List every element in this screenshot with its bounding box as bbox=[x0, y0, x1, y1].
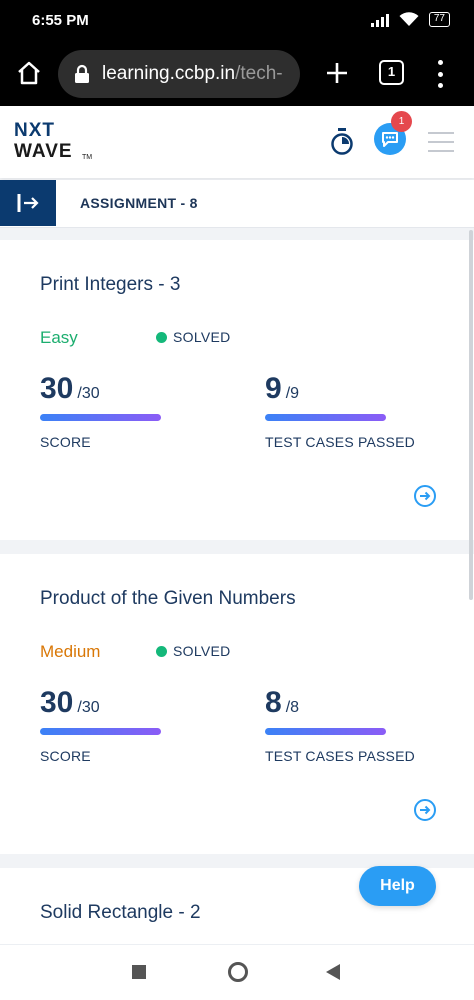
score-label: SCORE bbox=[40, 434, 91, 450]
assignment-bar: ASSIGNMENT - 8 bbox=[0, 180, 474, 228]
logo-top: NXT bbox=[14, 120, 55, 141]
arrow-right-circle-icon[interactable] bbox=[414, 799, 436, 821]
wifi-icon bbox=[399, 12, 419, 26]
test-cases-label: TEST CASES PASSED bbox=[265, 748, 415, 764]
nxtwave-logo[interactable]: NXT WAVE TM bbox=[14, 120, 104, 166]
sidebar-toggle-button[interactable] bbox=[0, 180, 56, 226]
status-bar: 6:55 PM 77 bbox=[0, 0, 474, 42]
status-icons: 77 bbox=[370, 12, 450, 27]
score-value: 30/30 bbox=[40, 686, 100, 719]
test-cases-value: 9/9 bbox=[265, 372, 300, 405]
more-vert-icon[interactable] bbox=[436, 60, 444, 88]
help-button[interactable]: Help bbox=[359, 866, 436, 906]
scrollbar[interactable] bbox=[469, 230, 473, 600]
recents-icon[interactable] bbox=[132, 965, 146, 979]
status-badge: SOLVED bbox=[156, 329, 231, 345]
sidebar-toggle-icon bbox=[17, 194, 39, 212]
test-cases-progress-bar bbox=[265, 414, 386, 421]
home-nav-icon[interactable] bbox=[228, 962, 248, 982]
score-value: 30/30 bbox=[40, 372, 100, 405]
battery-icon: 77 bbox=[428, 12, 450, 27]
score-label: SCORE bbox=[40, 748, 91, 764]
solved-dot-icon bbox=[156, 331, 167, 343]
status-text: SOLVED bbox=[173, 329, 231, 345]
question-card[interactable]: Print Integers - 3 Easy SOLVED 30/30 SCO… bbox=[0, 240, 474, 540]
lock-icon bbox=[75, 64, 89, 83]
arrow-right-circle-icon[interactable] bbox=[414, 485, 436, 507]
signal-icon bbox=[370, 13, 389, 27]
assignment-title: ASSIGNMENT - 8 bbox=[80, 195, 198, 211]
address-bar[interactable]: learning.ccbp.in/tech- bbox=[58, 50, 300, 98]
app-header: NXT WAVE TM 1 bbox=[0, 106, 474, 178]
question-title: Solid Rectangle - 2 bbox=[40, 902, 201, 923]
score-progress-bar bbox=[40, 414, 161, 421]
score-progress-bar bbox=[40, 728, 161, 735]
test-cases-value: 8/8 bbox=[265, 686, 300, 719]
plus-icon[interactable] bbox=[324, 60, 350, 86]
browser-toolbar: learning.ccbp.in/tech- 1 bbox=[0, 42, 474, 106]
system-nav-bar bbox=[0, 944, 474, 1000]
notification-badge: 1 bbox=[391, 111, 412, 132]
hamburger-icon[interactable] bbox=[428, 132, 454, 152]
timer-icon[interactable] bbox=[330, 128, 354, 156]
difficulty-label: Medium bbox=[40, 642, 101, 661]
status-badge: SOLVED bbox=[156, 643, 231, 659]
status-time: 6:55 PM bbox=[32, 12, 89, 29]
solved-dot-icon bbox=[156, 645, 167, 657]
difficulty-label: Easy bbox=[40, 328, 78, 347]
home-icon[interactable] bbox=[16, 60, 42, 86]
back-icon[interactable] bbox=[326, 964, 340, 980]
logo-tm: TM bbox=[82, 154, 93, 161]
question-title: Print Integers - 3 bbox=[40, 274, 181, 295]
test-cases-label: TEST CASES PASSED bbox=[265, 434, 415, 450]
status-text: SOLVED bbox=[173, 643, 231, 659]
url-text: learning.ccbp.in/tech- bbox=[102, 63, 283, 84]
tabs-button[interactable]: 1 bbox=[379, 60, 404, 85]
question-card[interactable]: Product of the Given Numbers Medium SOLV… bbox=[0, 554, 474, 854]
test-cases-progress-bar bbox=[265, 728, 386, 735]
logo-bottom: WAVE bbox=[14, 141, 73, 162]
question-title: Product of the Given Numbers bbox=[40, 588, 296, 609]
